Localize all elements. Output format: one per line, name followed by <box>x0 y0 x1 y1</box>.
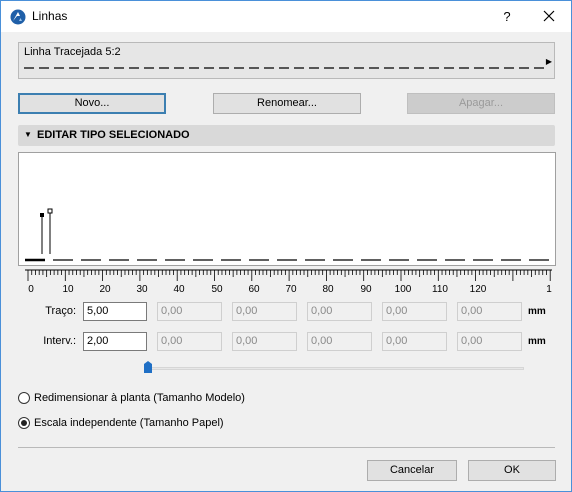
ruler-tick-label: 1 <box>546 284 552 295</box>
ruler-tick-label: 100 <box>394 284 412 295</box>
help-button[interactable]: ? <box>497 7 517 27</box>
lines-dialog: Linhas ? Linha Tracejada 5:2 ▶ Novo... R… <box>0 0 572 492</box>
cancel-button[interactable]: Cancelar <box>367 460 457 481</box>
dash-field-5[interactable]: 0,00 <box>382 302 447 321</box>
scale-slider-handle[interactable] <box>144 361 152 373</box>
gap-field-3[interactable]: 0,00 <box>232 332 297 351</box>
ruler-tick-label: 70 <box>285 284 297 295</box>
dash-unit: mm <box>528 306 546 317</box>
gap-handle[interactable] <box>47 208 53 214</box>
model-scale-radio[interactable] <box>18 392 30 404</box>
ruler-tick-label: 40 <box>173 284 185 295</box>
footer-divider <box>18 447 555 448</box>
section-title: EDITAR TIPO SELECIONADO <box>37 129 190 141</box>
line-type-selector[interactable]: Linha Tracejada 5:2 ▶ <box>18 42 555 79</box>
ruler-tick-label: 120 <box>469 284 487 295</box>
ruler-tick-label: 0 <box>28 284 34 295</box>
ruler-tick-label: 10 <box>62 284 74 295</box>
line-preview <box>24 67 548 69</box>
gap-field-1[interactable]: 2,00 <box>83 332 147 351</box>
close-button[interactable] <box>537 7 561 27</box>
dash-field-3[interactable]: 0,00 <box>232 302 297 321</box>
ruler-tick-label: 30 <box>136 284 148 295</box>
paper-scale-label[interactable]: Escala independente (Tamanho Papel) <box>34 417 224 429</box>
line-pattern-preview <box>25 208 549 262</box>
ruler-tick-label: 80 <box>322 284 334 295</box>
title-bar: Linhas ? <box>1 1 571 32</box>
gap-unit: mm <box>528 336 546 347</box>
dash-field-1[interactable]: 5,00 <box>83 302 147 321</box>
close-icon <box>543 10 555 22</box>
gap-field-4[interactable]: 0,00 <box>307 332 372 351</box>
dash-field-4[interactable]: 0,00 <box>307 302 372 321</box>
ruler-tick-label: 20 <box>99 284 111 295</box>
delete-button[interactable]: Apagar... <box>407 93 555 114</box>
ruler-tick-label: 60 <box>248 284 260 295</box>
gap-label: Interv.: <box>43 335 76 347</box>
model-scale-label[interactable]: Redimensionar à planta (Tamanho Modelo) <box>34 392 245 404</box>
rename-button[interactable]: Renomear... <box>213 93 361 114</box>
edit-section-header[interactable]: ▼ EDITAR TIPO SELECIONADO <box>18 125 555 146</box>
dash-field-6[interactable]: 0,00 <box>457 302 522 321</box>
app-logo-icon <box>10 9 26 25</box>
ruler-tick-label: 90 <box>360 284 372 295</box>
chevron-right-icon: ▶ <box>545 57 552 66</box>
scale-slider-track[interactable] <box>149 367 524 370</box>
line-editor-canvas[interactable] <box>18 152 556 266</box>
ruler-tick-label: 50 <box>211 284 223 295</box>
ok-button[interactable]: OK <box>468 460 556 481</box>
selected-line-type-name: Linha Tracejada 5:2 <box>24 46 121 58</box>
gap-field-6[interactable]: 0,00 <box>457 332 522 351</box>
gap-field-5[interactable]: 0,00 <box>382 332 447 351</box>
mm-ruler <box>25 269 552 281</box>
dash-field-2[interactable]: 0,00 <box>157 302 222 321</box>
window-title: Linhas <box>32 9 68 23</box>
gap-field-2[interactable]: 0,00 <box>157 332 222 351</box>
new-button[interactable]: Novo... <box>18 93 166 114</box>
paper-scale-radio[interactable] <box>18 417 30 429</box>
ruler-tick-label: 110 <box>432 284 448 295</box>
dash-label: Traço: <box>45 305 76 317</box>
chevron-down-icon: ▼ <box>24 130 32 139</box>
